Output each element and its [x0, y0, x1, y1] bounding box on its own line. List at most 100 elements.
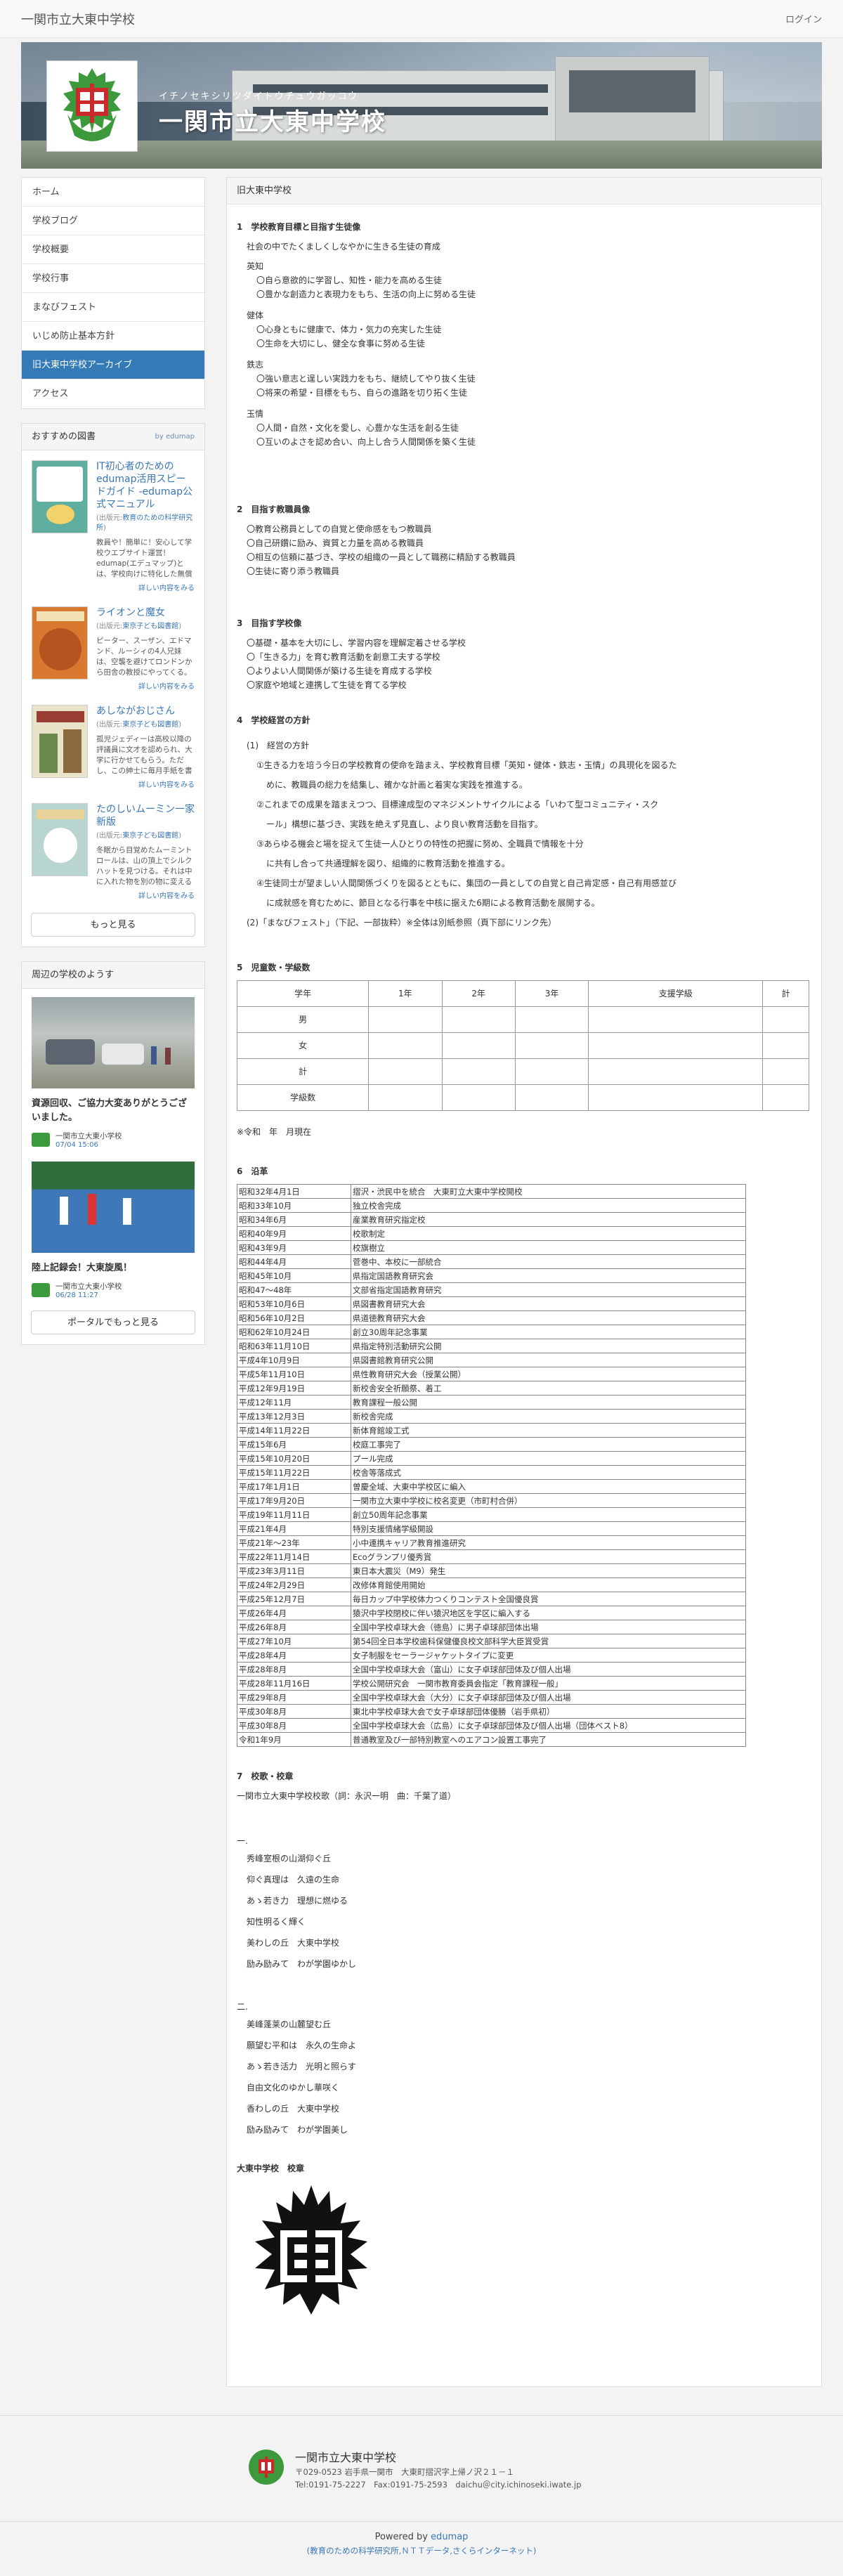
books-by[interactable]: by edumap — [155, 424, 195, 450]
book-title[interactable]: たのしいムーミン一家 新版 — [96, 803, 195, 828]
nearby-post-title[interactable]: 資源回収、ご協力大変ありがとうございました。 — [32, 1097, 195, 1125]
side-nav: ホーム 学校ブログ 学校概要 学校行事 まなびフェスト いじめ防止基本方針 旧大… — [21, 177, 205, 409]
history-event: 県指定特別活動研究公開 — [351, 1339, 746, 1353]
history-row: 昭和47〜48年 文部省指定国語教育研究 — [237, 1282, 746, 1297]
song-credit: 一関市立大東中学校校歌（詞：永沢一明 曲：千葉了道） — [237, 1791, 457, 1801]
book-more-link[interactable]: 詳しい内容をみる — [96, 582, 195, 592]
powered-by-sub[interactable]: (教育のための科学研究所,ＮＴＴデータ,さくらインターネット) — [0, 2545, 843, 2556]
nearby-photo[interactable] — [32, 1162, 195, 1253]
book-cover[interactable] — [32, 606, 88, 679]
goal-group-name: 英知 — [247, 261, 264, 271]
section-title: 2 目指す教職員像 — [237, 505, 311, 514]
history-date: 昭和47〜48年 — [237, 1282, 351, 1297]
history-event: 第54回全日本学校歯科保健優良校文部科学大臣賞受賞 — [351, 1634, 746, 1648]
history-event: 創立50周年記念事業 — [351, 1507, 746, 1522]
school-name-title[interactable]: 一関市立大東中学校 — [159, 103, 386, 137]
header-banner: イチノセキシリツダイトウチュウガッコウ 一関市立大東中学校 — [21, 42, 822, 169]
history-date: 平成17年1月1日 — [237, 1479, 351, 1494]
school-logo[interactable] — [46, 60, 138, 152]
more-books-button[interactable]: もっと見る — [31, 913, 195, 937]
goal-group-name: 鉄志 — [247, 360, 264, 370]
history-date: 令和1年9月 — [237, 1732, 351, 1747]
nav-manabi-fest[interactable]: まなびフェスト — [22, 293, 204, 322]
history-event: 独立校舎完成 — [351, 1198, 746, 1213]
book-item[interactable]: たのしいムーミン一家 新版 (出版元:東京子ども図書館) 冬眠から目覚めたムーミ… — [22, 793, 204, 904]
book-more-link[interactable]: 詳しい内容をみる — [96, 890, 195, 900]
section-title: 4 学校経営の方針 — [237, 715, 311, 725]
nav-archive[interactable]: 旧大東中学校アーカイブ — [22, 351, 204, 379]
history-event: 小中連携キャリア教育推進研究 — [351, 1535, 746, 1550]
book-publisher: (出版元:東京子ども図書館) — [96, 832, 182, 840]
nearby-school-name[interactable]: 一関市立大東小学校 — [55, 1281, 122, 1292]
nav-school-overview[interactable]: 学校概要 — [22, 235, 204, 264]
book-more-link[interactable]: 詳しい内容をみる — [96, 779, 195, 789]
edumap-link[interactable]: edumap — [431, 2532, 468, 2542]
book-title[interactable]: あしながおじさん — [96, 705, 195, 717]
goal-lead: 社会の中でたくましくしなやかに生きる生徒の育成 — [247, 242, 440, 252]
history-date: 平成12年9月19日 — [237, 1381, 351, 1396]
history-date: 昭和45年10月 — [237, 1268, 351, 1283]
book-title[interactable]: ライオンと魔女 — [96, 606, 195, 619]
history-row: 昭和34年6月 産業教育研究指定校 — [237, 1212, 746, 1227]
history-row: 昭和56年10月2日 県道徳教育研究大会 — [237, 1310, 746, 1325]
history-event: 県図書教育研究大会 — [351, 1296, 746, 1311]
history-row: 平成13年12月3日 新校舎完成 — [237, 1409, 746, 1424]
portal-more-button[interactable]: ポータルでもっと見る — [31, 1310, 195, 1334]
goal-group-name: 健体 — [247, 311, 264, 320]
book-cover[interactable] — [32, 803, 88, 876]
login-link[interactable]: ログイン — [785, 12, 822, 25]
history-event: 文部省指定国語教育研究 — [351, 1282, 746, 1297]
history-event: 教育課程一般公開 — [351, 1395, 746, 1410]
book-title[interactable]: IT初心者のためのedumap活用スピードガイド -edumap公式マニュアル — [96, 460, 195, 511]
footer-logo[interactable] — [247, 2448, 285, 2486]
history-event: 全国中学校卓球大会（広島）に女子卓球部団体及び個人出場（団体ベスト8） — [351, 1718, 746, 1733]
history-date: 平成30年8月 — [237, 1718, 351, 1733]
history-row: 平成14年11月22日 新体育館竣工式 — [237, 1423, 746, 1438]
nav-school-events[interactable]: 学校行事 — [22, 264, 204, 293]
section-song-emblem: 7 校歌・校章 一関市立大東中学校校歌（詞：永沢一明 曲：千葉了道） 一. 秀峰… — [237, 1769, 811, 2326]
history-row: 昭和44年4月 菅巻中、本校に一部統合 — [237, 1254, 746, 1269]
section-school-vision: 3 目指す学校像 〇基礎・基本を大切にし、学習内容を理解定着させる学校 〇「生き… — [237, 616, 811, 692]
book-item[interactable]: あしながおじさん (出版元:東京子ども図書館) 孤児ジェディーは高校以降の評議員… — [22, 695, 204, 793]
history-event: 県性教育研究大会（授業公開） — [351, 1367, 746, 1381]
history-date: 平成28年8月 — [237, 1662, 351, 1677]
history-date: 昭和33年10月 — [237, 1198, 351, 1213]
history-row: 平成15年11月22日 校舎等落成式 — [237, 1465, 746, 1480]
history-date: 平成30年8月 — [237, 1704, 351, 1719]
footer-address: 〒029-0523 岩手県一関市 大東町摺沢字上帰ノ沢２１－１ — [295, 2467, 515, 2477]
history-row: 平成26年4月 猿沢中学校閉校に伴い猿沢地区を学区に編入する — [237, 1606, 746, 1620]
nearby-school-name[interactable]: 一関市立大東小学校 — [55, 1131, 122, 1141]
books-title: おすすめの図書 — [32, 431, 96, 442]
nearby-item[interactable]: 陸上記録会！大東旋風！ 一関市立大東小学校 06/28 11:27 — [22, 1152, 204, 1302]
history-date: 平成28年4月 — [237, 1648, 351, 1663]
book-more-link[interactable]: 詳しい内容をみる — [96, 680, 195, 691]
section-management: 4 学校経営の方針 (1) 経営の方針 ①生きる力を培う今日の学校教育の使命を踏… — [237, 710, 811, 932]
nearby-photo[interactable] — [32, 997, 195, 1088]
history-date: 昭和63年11月10日 — [237, 1339, 351, 1353]
history-date: 平成5年11月10日 — [237, 1367, 351, 1381]
site-name[interactable]: 一関市立大東中学校 — [21, 10, 135, 28]
book-cover[interactable] — [32, 460, 88, 533]
history-table: 昭和32年4月1日 摺沢・渋民中を統合 大東町立大東中学校開校 昭和33年10月 独立… — [237, 1184, 746, 1747]
history-event: 新校舎完成 — [351, 1409, 746, 1424]
book-item[interactable]: ライオンと魔女 (出版元:東京子ども図書館) ピーター、スーザン、エドマンド、ル… — [22, 597, 204, 695]
history-date: 昭和53年10月6日 — [237, 1296, 351, 1311]
history-event: 校庭工事完了 — [351, 1437, 746, 1452]
nav-access[interactable]: アクセス — [22, 379, 204, 408]
history-row: 昭和53年10月6日 県図書教育研究大会 — [237, 1296, 746, 1311]
history-event: 曽慶全域、大東中学校区に編入 — [351, 1479, 746, 1494]
history-date: 昭和44年4月 — [237, 1254, 351, 1269]
recommended-books-panel: おすすめの図書 by edumap IT初心者のためのedumap活用スピードガイ… — [21, 423, 205, 947]
nearby-post-title[interactable]: 陸上記録会！大東旋風！ — [32, 1261, 195, 1275]
history-row: 平成24年2月29日 改修体育館使用開始 — [237, 1578, 746, 1592]
history-date: 平成21年4月 — [237, 1521, 351, 1536]
nav-school-blog[interactable]: 学校ブログ — [22, 207, 204, 235]
nav-home[interactable]: ホーム — [22, 178, 204, 207]
book-item[interactable]: IT初心者のためのedumap活用スピードガイド -edumap公式マニュアル … — [22, 450, 204, 597]
school-emblem-icon — [32, 1133, 50, 1147]
nearby-item[interactable]: 資源回収、ご協力大変ありがとうございました。 一関市立大東小学校 07/04 1… — [22, 989, 204, 1152]
book-cover[interactable] — [32, 705, 88, 778]
history-date: 平成22年11月14日 — [237, 1549, 351, 1564]
nav-bullying-policy[interactable]: いじめ防止基本方針 — [22, 322, 204, 351]
history-row: 平成17年1月1日 曽慶全域、大東中学校区に編入 — [237, 1479, 746, 1494]
